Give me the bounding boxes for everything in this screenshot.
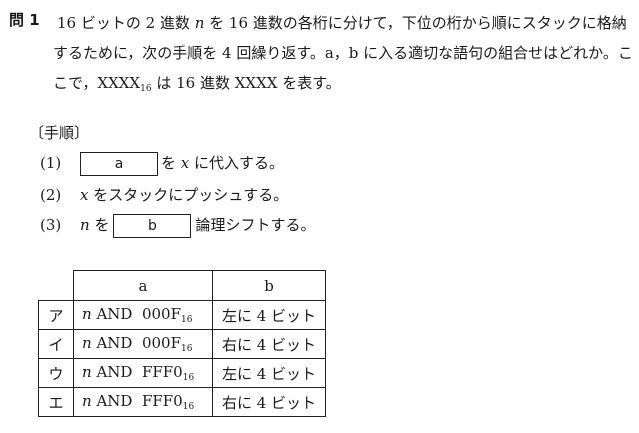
choice-a-cell: n AND 000F16	[73, 329, 213, 359]
header-b: b	[212, 270, 326, 301]
table-header-row: a b	[38, 270, 326, 301]
choice-b-cell: 左に 4 ビット	[212, 358, 326, 388]
choice-a-op: AND 000F	[91, 334, 181, 352]
question-text: 16 ビットの 2 進数 n を 16 進数の各桁に分けて，下位の桁から順にスタ…	[53, 8, 635, 104]
question-line-3-pre: こで，XXXX	[53, 74, 141, 92]
choice-a-cell: n AND FFF016	[73, 358, 213, 388]
step-2-text: をスタックにプッシュする。	[88, 186, 289, 204]
header-a: a	[73, 270, 213, 301]
step-3-text-before: を	[89, 216, 110, 234]
variable-x: x	[180, 154, 190, 172]
question-line-3-post: は 16 進数 XXXX を表す。	[151, 74, 341, 92]
question-line-1-post: を 16 進数の各桁に分けて，下位の桁から順にスタックに格納	[204, 14, 627, 32]
step-1-text-post: に代入する。	[189, 154, 285, 172]
choice-a-cell: n AND FFF016	[73, 387, 213, 417]
question-line-1: 16 ビットの 2 進数 n を 16 進数の各桁に分けて，下位の桁から順にスタ…	[57, 8, 635, 38]
choice-label[interactable]: ウ	[38, 358, 74, 388]
hex-subscript: 16	[140, 84, 152, 94]
procedure-step-2: (2) x をスタックにプッシュする。	[40, 182, 288, 208]
step-1-text-pre: を	[161, 154, 181, 172]
question-line-3: こで，XXXX16 は 16 進数 XXXX を表す。	[53, 68, 635, 104]
step-3-text-after: 論理シフトする。	[195, 216, 316, 234]
header-empty-cell	[38, 270, 74, 301]
choice-b-cell: 右に 4 ビット	[212, 329, 326, 359]
table-row[interactable]: エ n AND FFF016 右に 4 ビット	[38, 387, 326, 417]
choice-label[interactable]: イ	[38, 329, 74, 359]
variable-n: n	[194, 14, 205, 32]
variable-n: n	[82, 363, 92, 381]
choice-a-op: AND 000F	[91, 305, 181, 323]
variable-n: n	[82, 305, 92, 323]
question-line-2: するために，次の手順を 4 回繰り返す。a，b に入る適切な語句の組合せはどれか…	[53, 44, 633, 62]
table-row[interactable]: ア n AND 000F16 左に 4 ビット	[38, 300, 326, 330]
hex-subscript: 16	[181, 315, 193, 325]
step-number: (3)	[40, 216, 62, 234]
question-number: 問 1	[9, 11, 40, 29]
procedure-step-1: (1) a を x に代入する。	[40, 150, 284, 176]
table-row[interactable]: イ n AND 000F16 右に 4 ビット	[38, 329, 326, 359]
choice-label[interactable]: ア	[38, 300, 74, 330]
hex-subscript: 16	[182, 373, 195, 383]
variable-n: n	[82, 334, 92, 352]
choice-b-cell: 左に 4 ビット	[212, 300, 326, 330]
hex-subscript: 16	[182, 402, 195, 412]
blank-b-box: b	[113, 214, 192, 238]
variable-n: n	[80, 216, 90, 234]
choice-a-op: AND FFF0	[91, 363, 183, 381]
choice-b-cell: 右に 4 ビット	[212, 387, 326, 417]
choice-a-cell: n AND 000F16	[73, 300, 213, 330]
table-row[interactable]: ウ n AND FFF016 左に 4 ビット	[38, 358, 326, 388]
hex-subscript: 16	[181, 344, 193, 354]
question-line-1-pre: 16 ビットの 2 進数	[57, 14, 195, 32]
blank-a-box: a	[80, 152, 158, 176]
step-number: (1)	[40, 154, 62, 172]
choice-label[interactable]: エ	[38, 387, 74, 417]
step-number: (2)	[40, 186, 62, 204]
choice-a-op: AND FFF0	[91, 392, 183, 410]
procedure-title: 〔手順〕	[29, 124, 90, 142]
answer-choices-table: a b ア n AND 000F16 左に 4 ビット イ n AND 000F…	[38, 270, 326, 417]
procedure-step-3: (3) n を b 論理シフトする。	[40, 212, 315, 238]
variable-n: n	[82, 392, 92, 410]
